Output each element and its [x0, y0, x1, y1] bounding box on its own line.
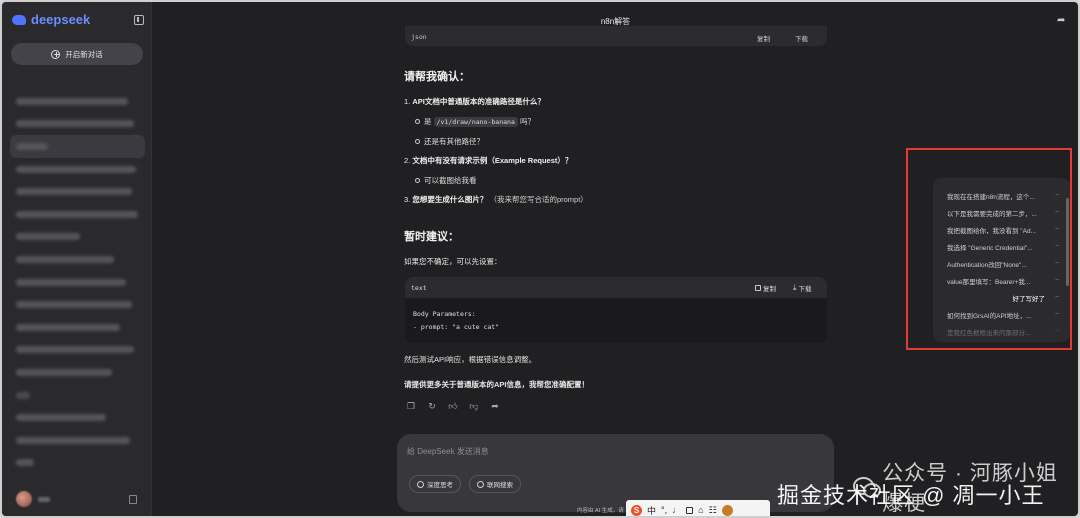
download-button[interactable]: 下载	[795, 33, 808, 43]
code-block-header: text 复制 ⤓ 下载	[405, 277, 827, 298]
sogou-icon[interactable]: S	[631, 504, 642, 516]
history-item[interactable]	[10, 316, 145, 339]
history-group-label	[10, 384, 145, 407]
history-item[interactable]	[10, 361, 145, 384]
ime-toolbar: S 中 °, ♩ ⌂ ☷	[626, 500, 770, 517]
ai-disclaimer: 内容由 AI 生成，请	[577, 508, 624, 514]
username	[38, 496, 50, 502]
atom-icon	[417, 480, 424, 488]
download-icon: ⤓	[793, 283, 797, 292]
share-icon[interactable]: ➦	[1057, 15, 1065, 26]
chat-history-list	[10, 90, 145, 474]
history-item[interactable]	[10, 248, 145, 271]
download-button[interactable]: ⤓ 下载	[793, 283, 812, 294]
thumbs-down-icon[interactable]: 👎︎	[468, 400, 480, 412]
plus-circle-icon	[51, 49, 61, 59]
history-item[interactable]	[10, 113, 145, 136]
mobile-app-icon[interactable]	[129, 495, 137, 504]
code-lang-label: text	[411, 284, 427, 292]
history-item[interactable]	[10, 158, 145, 181]
new-chat-label: 开启新对话	[65, 49, 103, 59]
deepseek-logo[interactable]: deepseek	[12, 12, 90, 27]
microphone-icon[interactable]: ♩	[672, 505, 681, 515]
app-window: deepseek 开启新对话 n8n解答 ➦ json 复制 下载 请帮我确认：…	[0, 0, 1080, 518]
list-item: 2. 文档中有没有请求示例（Example Request）？	[404, 156, 573, 165]
history-item[interactable]	[10, 406, 145, 429]
history-item[interactable]	[10, 339, 145, 362]
copy-icon[interactable]: ❐	[405, 400, 417, 412]
list-subitem: 可以截图给我看	[415, 176, 477, 185]
copy-button[interactable]: 复制	[755, 283, 776, 293]
history-item[interactable]	[10, 203, 145, 226]
history-item[interactable]	[10, 90, 145, 113]
thumbs-up-icon[interactable]: 👍︎	[447, 400, 459, 412]
list-item: 1. API文档中普通版本的准确路径是什么？	[404, 97, 545, 106]
new-chat-button[interactable]: 开启新对话	[11, 43, 143, 65]
history-item[interactable]	[10, 226, 145, 249]
paragraph: 如果您不确定，可以先设置：	[404, 257, 502, 266]
grid-icon[interactable]: ☷	[709, 505, 717, 516]
history-item[interactable]	[10, 452, 145, 475]
copy-button[interactable]: 复制	[757, 33, 770, 43]
globe-icon	[477, 480, 484, 488]
paragraph: 然后测试API响应，根据错误信息调整。	[404, 355, 537, 364]
red-highlight-box	[906, 148, 1072, 350]
list-subitem: 是 /v1/draw/nano-banana 吗？	[415, 117, 535, 127]
chat-main: n8n解答 ➦ json 复制 下载 请帮我确认： 1. API文档中普通版本的…	[153, 2, 1078, 516]
ime-language[interactable]: 中	[647, 504, 656, 517]
history-item[interactable]	[10, 180, 145, 203]
web-search-toggle[interactable]: 联网搜索	[469, 475, 521, 493]
punctuation-icon[interactable]: °,	[661, 505, 667, 515]
message-input[interactable]	[407, 444, 807, 458]
deep-think-toggle[interactable]: 深度思考	[409, 475, 461, 493]
avatar	[16, 491, 32, 507]
code-lang-label: json	[411, 33, 427, 41]
user-profile[interactable]	[16, 491, 50, 507]
code-line: Body Parameters:	[413, 310, 476, 318]
watermark-juejin: 掘金技术社区 @ 凋一小王	[777, 483, 1045, 508]
share-icon[interactable]: ➦	[489, 400, 501, 412]
ime-avatar[interactable]	[721, 504, 733, 516]
paragraph-bold: 请提供更多关于普通版本的API信息，我帮您准确配置！	[404, 380, 590, 389]
history-item[interactable]	[10, 429, 145, 452]
section-heading: 请帮我确认：	[404, 71, 470, 83]
logo-text: deepseek	[31, 12, 91, 27]
history-item[interactable]	[10, 271, 145, 294]
inline-code: /v1/draw/nano-banana	[433, 117, 518, 127]
history-item[interactable]	[10, 293, 145, 316]
keyboard-icon[interactable]	[686, 506, 694, 514]
message-actions: ❐ ↻ 👍︎ 👎︎ ➦	[405, 400, 501, 412]
code-block-footer-partial: json 复制 下载	[405, 26, 827, 46]
list-item: 3. 您想要生成什么图片？ （我来帮您写合适的prompt）	[404, 195, 588, 204]
regenerate-icon[interactable]: ↻	[426, 400, 438, 412]
section-heading: 暂时建议：	[404, 231, 459, 243]
code-line: - prompt: "a cute cat"	[413, 323, 500, 331]
sidebar-toggle-icon[interactable]	[134, 15, 144, 25]
code-block: text 复制 ⤓ 下载 Body Parameters: - prompt: …	[405, 277, 827, 343]
history-item-active[interactable]	[10, 135, 145, 158]
copy-icon	[755, 285, 761, 291]
sidebar: deepseek 开启新对话	[2, 2, 152, 516]
whale-icon	[12, 14, 26, 25]
skin-icon[interactable]: ⌂	[698, 505, 703, 515]
list-subitem: 还是有其他路径？	[415, 137, 484, 146]
